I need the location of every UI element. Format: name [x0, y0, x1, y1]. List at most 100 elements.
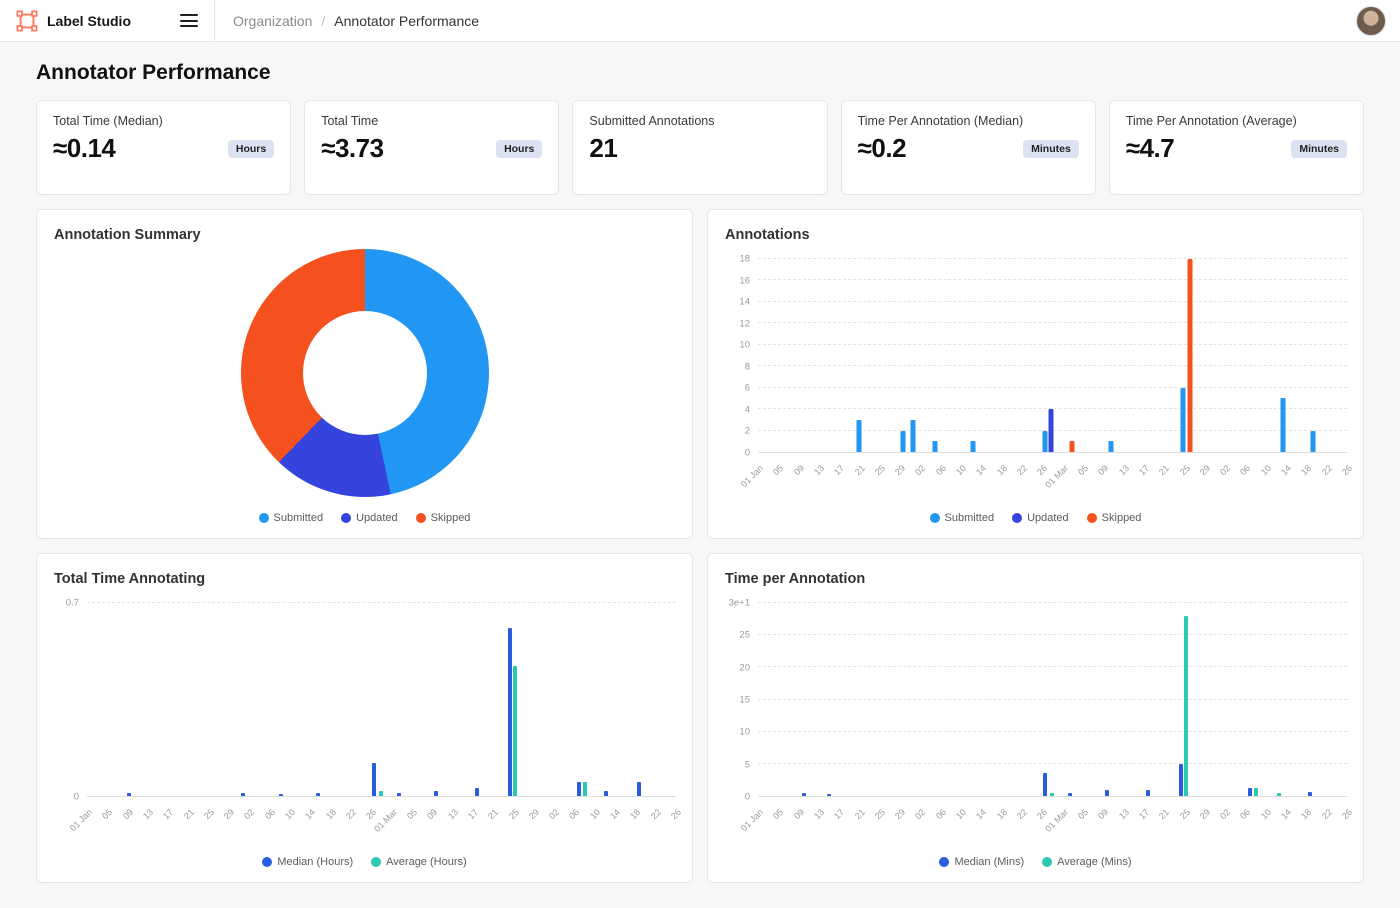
legend-submitted[interactable]: Submitted: [259, 512, 324, 524]
chart-legend: Median (Hours) Average (Hours): [37, 856, 692, 868]
x-axis-tick: 02: [1218, 463, 1232, 477]
legend-median-mins-[interactable]: Median (Mins): [939, 856, 1024, 868]
x-axis-tick: 13: [141, 807, 155, 821]
legend-label: Submitted: [945, 512, 995, 524]
legend-dot-icon: [1087, 513, 1097, 523]
legend-skipped[interactable]: Skipped: [416, 512, 471, 524]
x-axis-tick: 25: [1177, 463, 1191, 477]
plot-area: [758, 603, 1347, 797]
legend-dot-icon: [259, 513, 269, 523]
x-axis-tick: 25: [506, 807, 520, 821]
x-axis: 01 Jan050913172125290206101418222601 Mar…: [758, 799, 1347, 847]
chart-title: Annotations: [725, 227, 810, 243]
gridline: [758, 602, 1347, 603]
x-axis-tick: 25: [873, 463, 887, 477]
charts-row-top: Annotation Summary SubmittedUpdatedSkipp…: [36, 209, 1364, 539]
x-axis-tick: 26: [364, 807, 378, 821]
gridline: [87, 602, 676, 603]
x-axis-tick: 22: [649, 807, 663, 821]
x-axis-tick: 18: [324, 807, 338, 821]
bar-skipped: [1187, 259, 1192, 452]
x-axis-tick: 09: [425, 807, 439, 821]
bar-median: [1105, 790, 1109, 796]
x-axis-tick: 26: [1340, 807, 1354, 821]
stat-card-total-time-median: Total Time (Median) ≈0.14 Hours: [36, 100, 291, 195]
bar-median: [827, 794, 831, 796]
legend-median-hours-[interactable]: Median (Hours): [262, 856, 353, 868]
x-axis-tick: 14: [974, 463, 988, 477]
y-axis: 00.7: [53, 603, 87, 797]
x-axis-tick: 10: [954, 807, 968, 821]
gridline: [758, 258, 1347, 259]
x-axis-tick: 13: [812, 463, 826, 477]
x-axis-tick: 26: [1340, 463, 1354, 477]
legend-label: Submitted: [274, 512, 324, 524]
y-axis-tick: 14: [739, 297, 750, 308]
legend-submitted[interactable]: Submitted: [930, 512, 995, 524]
gridline: [758, 666, 1347, 667]
x-axis-tick: 02: [242, 807, 256, 821]
x-axis-tick: 10: [283, 807, 297, 821]
chart-title: Total Time Annotating: [54, 571, 205, 587]
x-axis-tick: 14: [1279, 807, 1293, 821]
y-axis-tick: 15: [739, 695, 750, 706]
bar-submitted: [1181, 388, 1186, 452]
gridline: [758, 387, 1347, 388]
x-axis-tick: 25: [873, 807, 887, 821]
x-axis-tick: 22: [1320, 807, 1334, 821]
x-axis-tick: 14: [1279, 463, 1293, 477]
x-axis-tick: 10: [954, 463, 968, 477]
x-axis-tick: 09: [792, 463, 806, 477]
chart-legend: Submitted Updated Skipped: [708, 512, 1363, 524]
label-studio-logo-icon: [16, 10, 38, 32]
brand[interactable]: Label Studio: [16, 10, 131, 32]
legend-dot-icon: [1012, 513, 1022, 523]
breadcrumb-separator: /: [321, 13, 325, 29]
x-axis-tick: 01 Jan: [739, 807, 765, 833]
bar-average: [1277, 793, 1281, 796]
unit-badge: Hours: [496, 140, 542, 158]
plot-region: 05101520253e+1: [724, 603, 1349, 797]
legend-skipped[interactable]: Skipped: [1087, 512, 1142, 524]
bar-average: [1254, 788, 1258, 796]
stats-row: Total Time (Median) ≈0.14 Hours Total Ti…: [36, 100, 1364, 195]
x-axis-tick: 06: [1238, 807, 1252, 821]
x-axis-tick: 10: [1259, 807, 1273, 821]
y-axis-tick: 4: [745, 404, 750, 415]
x-axis-tick: 18: [1299, 807, 1313, 821]
x-axis-tick: 10: [1259, 463, 1273, 477]
x-axis-tick: 05: [771, 807, 785, 821]
x-axis-tick: 29: [527, 807, 541, 821]
chart-legend: Median (Mins) Average (Mins): [708, 856, 1363, 868]
legend-average-mins-[interactable]: Average (Mins): [1042, 856, 1131, 868]
gridline: [758, 699, 1347, 700]
annotation-summary-card: Annotation Summary SubmittedUpdatedSkipp…: [36, 209, 693, 539]
legend-updated[interactable]: Updated: [1012, 512, 1069, 524]
x-axis-tick: 01 Jan: [68, 807, 94, 833]
stat-label: Total Time: [321, 114, 542, 128]
bar-submitted: [1109, 441, 1114, 452]
bar-submitted: [932, 441, 937, 452]
legend-dot-icon: [939, 857, 949, 867]
legend-average-hours-[interactable]: Average (Hours): [371, 856, 467, 868]
breadcrumb-organization[interactable]: Organization: [233, 13, 312, 29]
bar-median: [397, 793, 401, 796]
x-axis-tick: 29: [1198, 807, 1212, 821]
menu-icon[interactable]: [180, 14, 198, 27]
stat-card-submitted-annotations: Submitted Annotations 21: [572, 100, 827, 195]
stat-label: Total Time (Median): [53, 114, 274, 128]
bar-median: [802, 793, 806, 796]
y-axis-tick: 18: [739, 254, 750, 265]
y-axis-tick: 6: [745, 383, 750, 394]
user-avatar[interactable]: [1356, 6, 1386, 36]
legend-dot-icon: [416, 513, 426, 523]
legend-dot-icon: [371, 857, 381, 867]
legend-updated[interactable]: Updated: [341, 512, 398, 524]
x-axis-tick: 21: [852, 807, 866, 821]
y-axis-tick: 20: [739, 662, 750, 673]
gridline: [758, 301, 1347, 302]
bar-skipped: [1069, 441, 1074, 452]
bar-median: [434, 791, 438, 797]
bar-median: [637, 782, 641, 796]
bar-median: [127, 793, 131, 796]
